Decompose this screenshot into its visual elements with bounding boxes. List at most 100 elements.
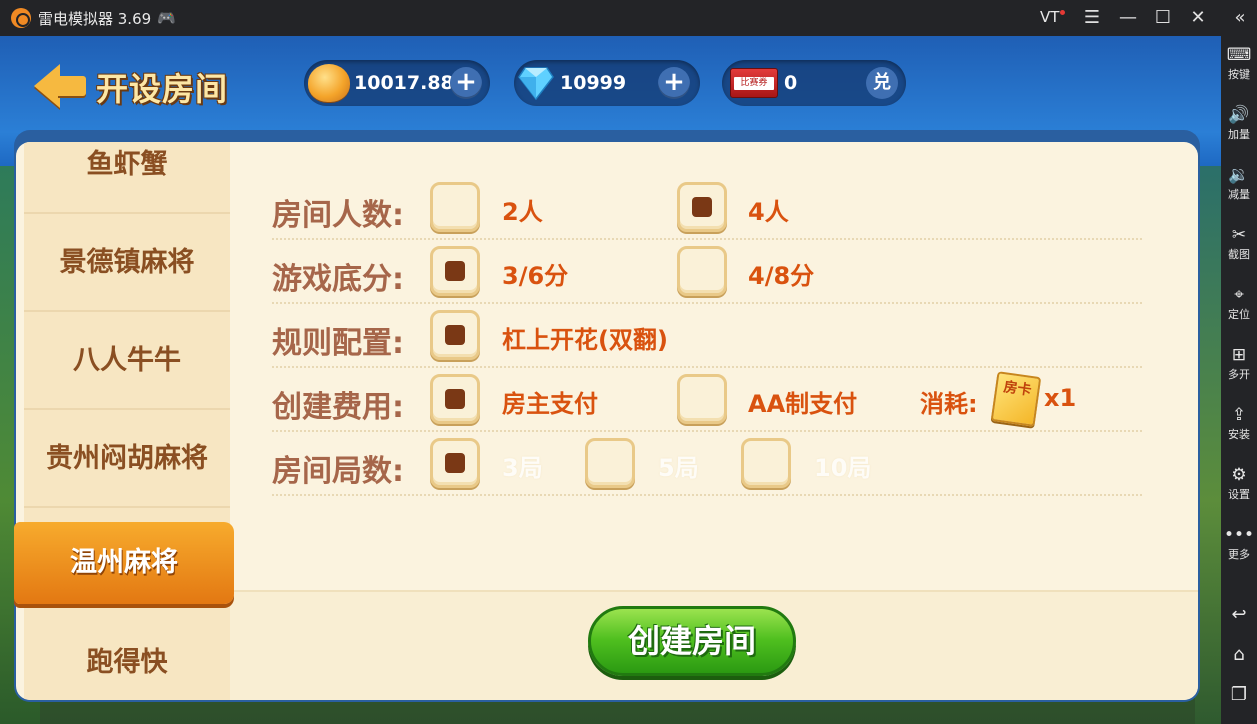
location-icon: ⌖: [1234, 285, 1244, 305]
option-row-rounds: 房间局数: 3局 5局 10局: [272, 434, 1142, 496]
cost-label: 消耗:: [920, 390, 978, 418]
maximize-button[interactable]: ☐: [1149, 4, 1177, 32]
vt-indicator[interactable]: VT: [1040, 8, 1059, 26]
rounds-10-label: 10局: [814, 454, 872, 482]
score-4-8-label: 4/8分: [748, 262, 815, 290]
back-arrow-button[interactable]: [34, 64, 90, 108]
fee-label: 创建费用:: [272, 390, 404, 425]
diamond-icon: [518, 67, 554, 100]
redeem-button[interactable]: 兑: [866, 67, 898, 99]
android-recent-button[interactable]: ❐: [1221, 680, 1257, 710]
apk-install-icon: ⇪: [1231, 405, 1247, 425]
sidebar-item-label: 设置: [1228, 488, 1250, 501]
page-title: 开设房间: [96, 70, 229, 108]
sidebar-item-more[interactable]: ••• 更多: [1221, 522, 1257, 578]
room-card-icon: 房卡: [990, 371, 1042, 427]
add-gold-button[interactable]: +: [450, 67, 482, 99]
sidebar-item-label: 更多: [1228, 548, 1250, 561]
minimize-button[interactable]: —: [1114, 4, 1142, 32]
score-3-6-label: 3/6分: [502, 262, 569, 290]
sidebar-item-volume-down[interactable]: 🔉 减量: [1221, 162, 1257, 218]
rounds-5-checkbox[interactable]: [585, 438, 635, 488]
base-score-label: 游戏底分:: [272, 262, 404, 297]
emulator-titlebar: 雷电模拟器 3.69 🎮 VT ☰ — ☐ ✕ «: [0, 0, 1257, 36]
players-2-checkbox[interactable]: [430, 182, 480, 232]
fee-host-pays-label: 房主支付: [502, 390, 598, 418]
players-4-checkbox[interactable]: [677, 182, 727, 232]
fee-aa-label: AA制支付: [748, 390, 858, 418]
score-4-8-checkbox[interactable]: [677, 246, 727, 296]
sidebar-item-location[interactable]: ⌖ 定位: [1221, 282, 1257, 338]
tab-fish-shrimp-crab[interactable]: 鱼虾蟹: [24, 142, 230, 214]
sidebar-item-label: 加量: [1228, 128, 1250, 141]
tab-jingdezhen-mahjong[interactable]: 景德镇麻将: [24, 214, 230, 312]
rounds-5-label: 5局: [658, 454, 699, 482]
sidebar-item-settings[interactable]: ⚙ 设置: [1221, 462, 1257, 518]
gold-amount: 10017.88: [354, 72, 454, 94]
match-ticket-icon: 比赛券: [730, 68, 778, 98]
players-4-label: 4人: [748, 198, 789, 226]
sidebar-item-volume-up[interactable]: 🔊 加量: [1221, 102, 1257, 158]
emulator-sidebar: ⌨ 按键 🔊 加量 🔉 减量 ✂ 截图 ⌖ 定位 ⊞ 多开 ⇪ 安装 ⚙ 设置 …: [1221, 36, 1257, 724]
room-card-text: 房卡: [1002, 379, 1033, 399]
scissors-icon: ✂: [1231, 225, 1247, 245]
collapse-sidebar-button[interactable]: «: [1226, 4, 1254, 32]
create-room-button[interactable]: 创建房间: [588, 606, 796, 676]
android-back-button[interactable]: ↩: [1221, 600, 1257, 630]
sidebar-item-label: 截图: [1228, 248, 1250, 261]
rules-label: 规则配置:: [272, 326, 404, 361]
option-row-base-score: 游戏底分: 3/6分 4/8分: [272, 242, 1142, 304]
cost-multiplier: x1: [1044, 384, 1077, 412]
rounds-3-label: 3局: [502, 454, 543, 482]
game-tab-list: 鱼虾蟹 景德镇麻将 八人牛牛 贵州闷胡麻将 跑得快: [24, 142, 230, 700]
score-3-6-checkbox[interactable]: [430, 246, 480, 296]
gamepad-icon[interactable]: 🎮: [157, 9, 176, 27]
window-title: 雷电模拟器 3.69: [38, 10, 152, 28]
sidebar-item-install[interactable]: ⇪ 安装: [1221, 402, 1257, 458]
diamond-amount: 10999: [560, 72, 627, 94]
rule-gang-flower-checkbox[interactable]: [430, 310, 480, 360]
tab-eight-person-niuniu[interactable]: 八人牛牛: [24, 312, 230, 410]
sidebar-item-keymap[interactable]: ⌨ 按键: [1221, 42, 1257, 98]
gold-ingot-icon: [308, 64, 350, 102]
app-logo-icon: [11, 8, 31, 28]
option-row-fee: 创建费用: 房主支付 AA制支付 消耗: 房卡 x1: [272, 370, 1142, 432]
sidebar-item-label: 安装: [1228, 428, 1250, 441]
option-row-rules: 规则配置: 杠上开花(双翻): [272, 306, 1142, 368]
option-row-players: 房间人数: 2人 4人: [272, 178, 1142, 240]
more-icon: •••: [1223, 525, 1255, 545]
back-arrow-icon: [34, 64, 60, 108]
sidebar-item-multi-open[interactable]: ⊞ 多开: [1221, 342, 1257, 398]
game-viewport: 开设房间 10017.88 + 10999 + 比赛券 0 兑 鱼虾蟹 景德镇麻…: [0, 36, 1221, 724]
fee-aa-checkbox[interactable]: [677, 374, 727, 424]
tab-guizhou-menhu-mahjong[interactable]: 贵州闷胡麻将: [24, 410, 230, 508]
add-diamond-button[interactable]: +: [658, 67, 690, 99]
multi-open-icon: ⊞: [1231, 345, 1247, 365]
rule-gang-flower-label: 杠上开花(双翻): [502, 326, 668, 354]
tab-paodekuai[interactable]: 跑得快: [24, 614, 230, 700]
ticket-amount: 0: [784, 72, 798, 94]
ticket-label: 比赛券: [734, 77, 774, 90]
players-label: 房间人数:: [272, 198, 404, 233]
tab-wenzhou-mahjong[interactable]: 温州麻将: [14, 522, 234, 604]
keyboard-icon: ⌨: [1226, 45, 1252, 65]
rounds-label: 房间局数:: [272, 454, 404, 489]
sidebar-item-label: 多开: [1228, 368, 1250, 381]
vt-alert-dot: [1060, 10, 1065, 15]
fee-host-pays-checkbox[interactable]: [430, 374, 480, 424]
volume-up-icon: 🔊: [1228, 105, 1250, 125]
rounds-3-checkbox[interactable]: [430, 438, 480, 488]
sidebar-item-label: 按键: [1228, 68, 1250, 81]
ticket-balance: 比赛券 0 兑: [722, 60, 906, 106]
volume-down-icon: 🔉: [1228, 165, 1250, 185]
sidebar-item-label: 减量: [1228, 188, 1250, 201]
menu-button[interactable]: ☰: [1078, 4, 1106, 32]
gold-balance: 10017.88 +: [304, 60, 490, 106]
close-button[interactable]: ✕: [1184, 4, 1212, 32]
rounds-10-checkbox[interactable]: [741, 438, 791, 488]
sidebar-item-label: 定位: [1228, 308, 1250, 321]
sidebar-item-screenshot[interactable]: ✂ 截图: [1221, 222, 1257, 278]
players-2-label: 2人: [502, 198, 543, 226]
android-home-button[interactable]: ⌂: [1221, 640, 1257, 670]
gear-icon: ⚙: [1231, 465, 1247, 485]
